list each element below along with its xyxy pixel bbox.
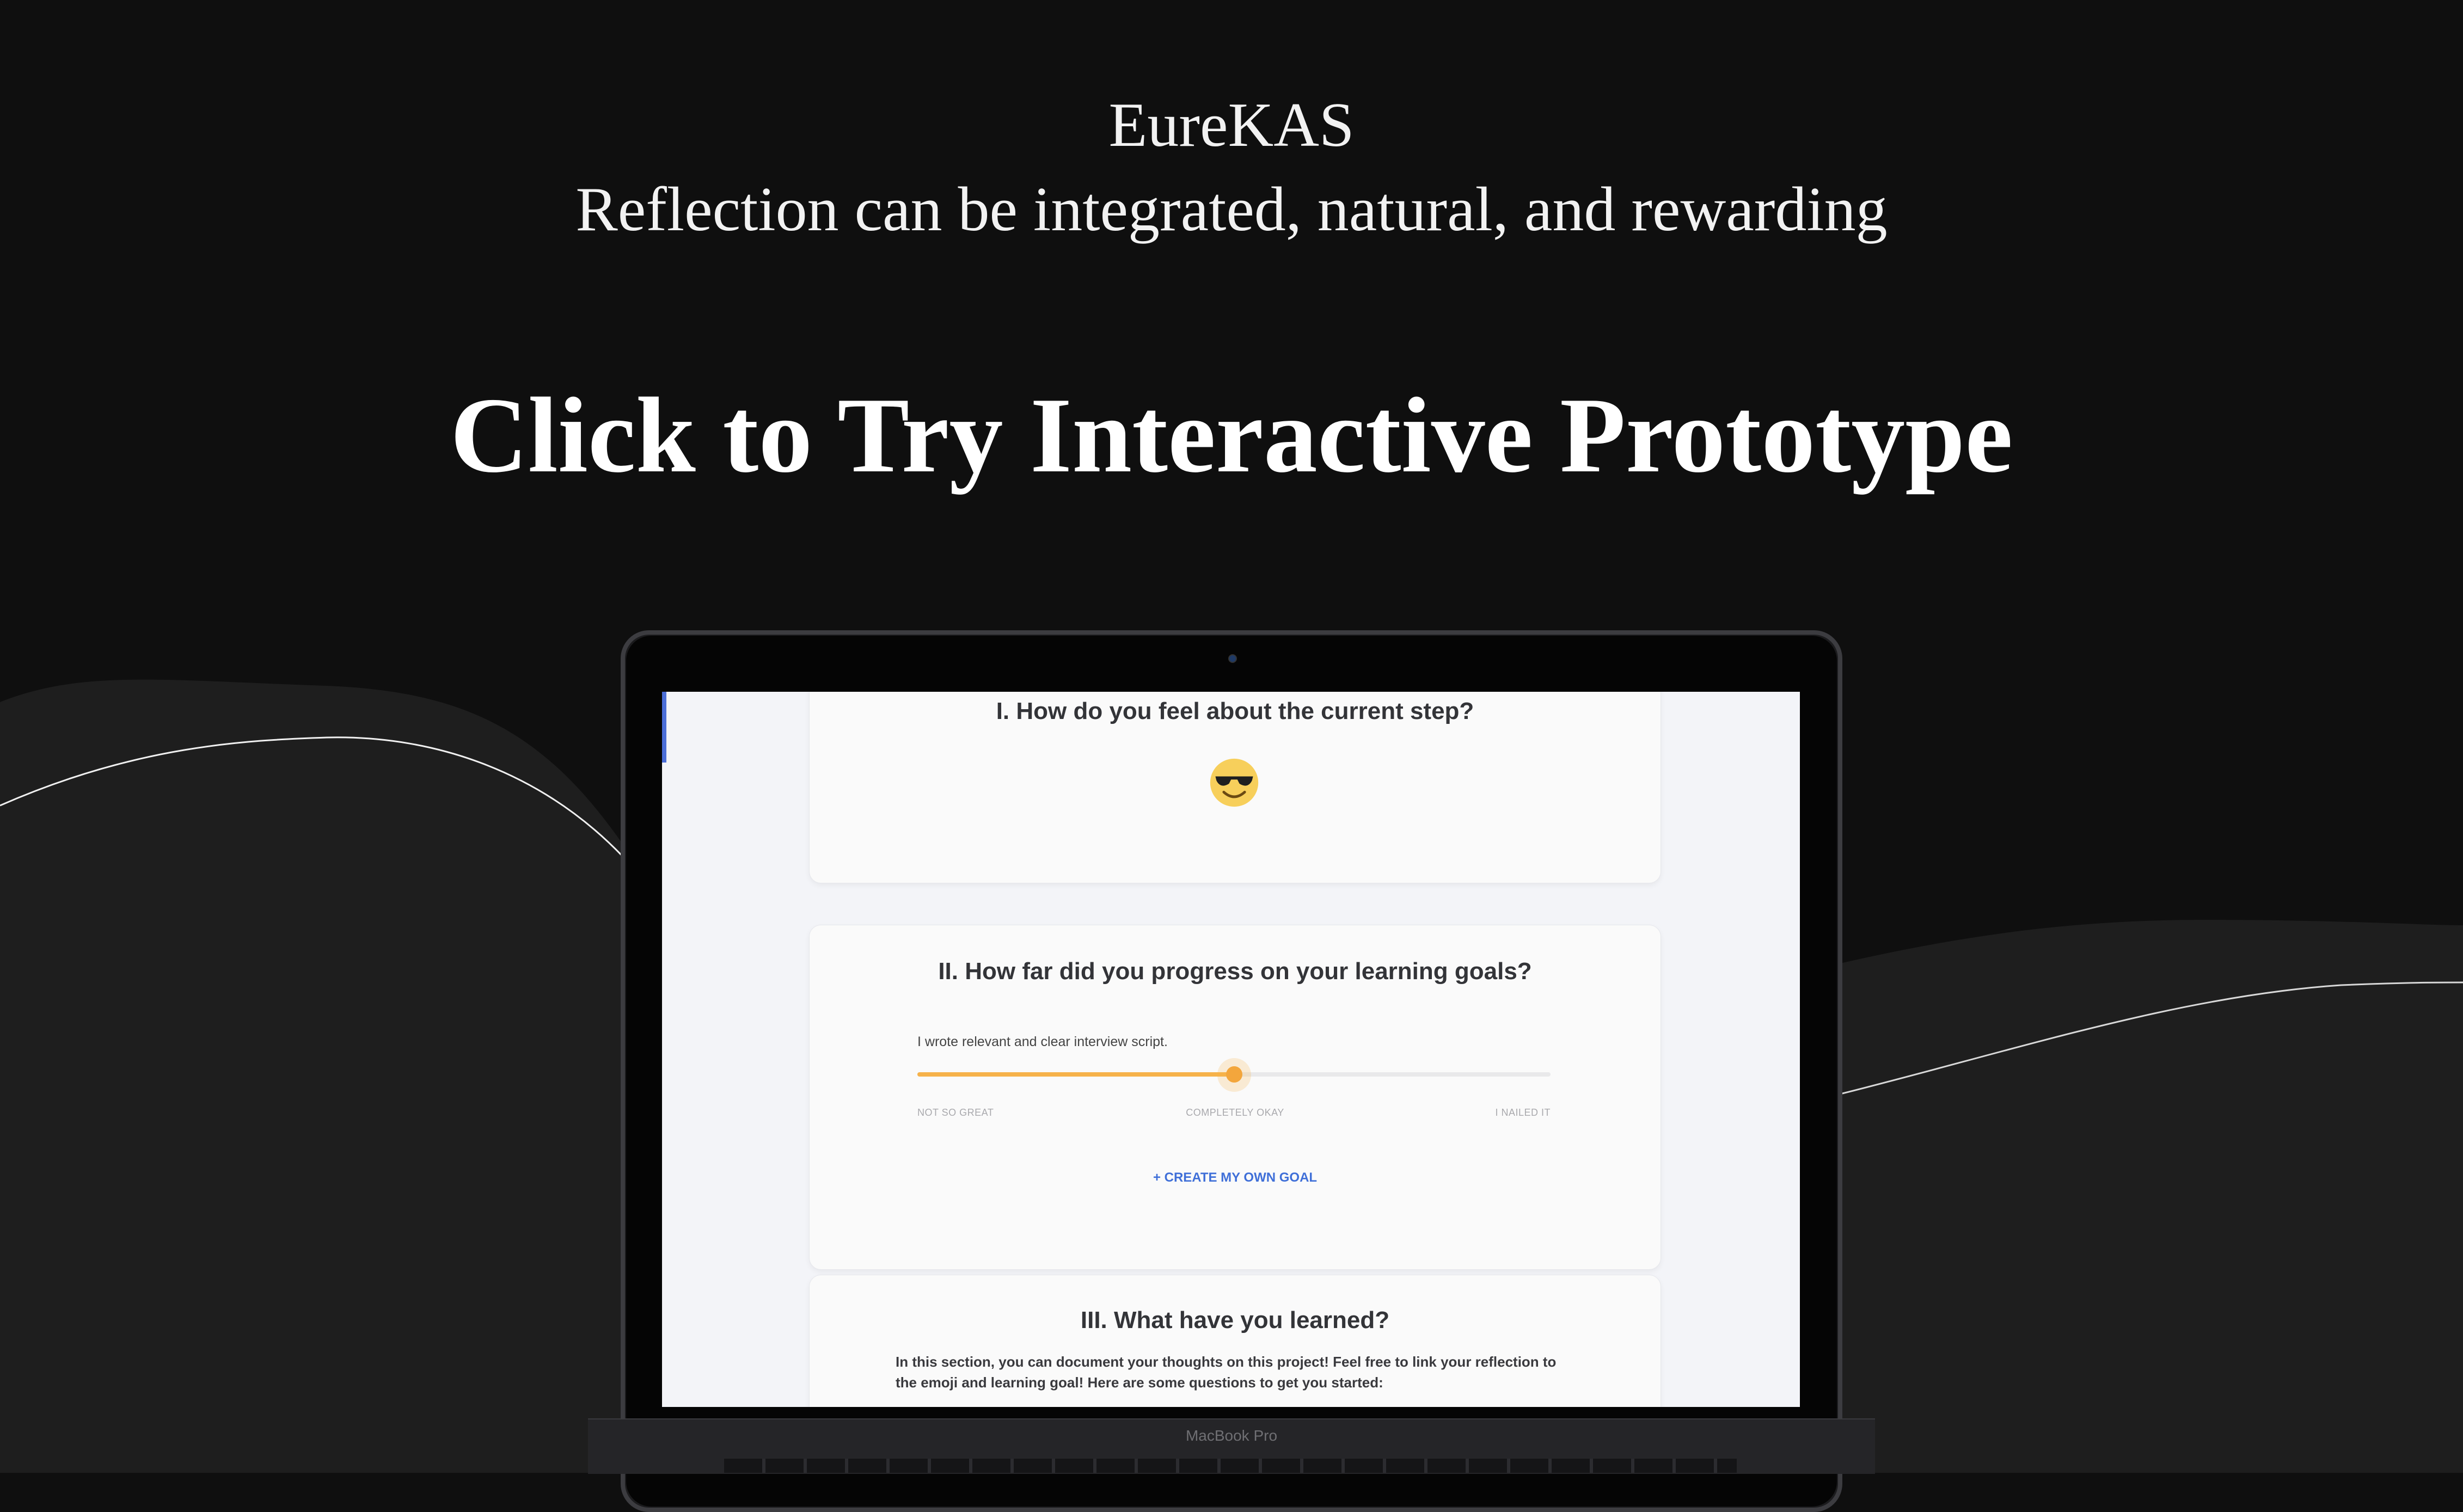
learned-heading: III. What have you learned? <box>1080 1307 1390 1333</box>
prototype-screen[interactable]: I. How do you feel about the current ste… <box>662 692 1800 1407</box>
camera-icon <box>1228 654 1237 663</box>
brand-title: EureKAS <box>1108 90 1355 160</box>
create-goal-button[interactable]: + CREATE MY OWN GOAL <box>810 1170 1661 1185</box>
laptop-keyboard <box>724 1459 1737 1473</box>
laptop-label: MacBook Pro <box>1185 1427 1278 1444</box>
scale-label-high: I NAILED IT <box>1495 1107 1551 1118</box>
sunglasses-emoji-icon[interactable] <box>1208 757 1260 809</box>
progress-slider-fill <box>917 1072 1234 1077</box>
feel-heading: I. How do you feel about the current ste… <box>996 698 1474 724</box>
learned-intro-text: In this section, you can document your t… <box>896 1354 1557 1391</box>
brand-tagline: Reflection can be integrated, natural, a… <box>575 175 1888 244</box>
feel-card: I. How do you feel about the current ste… <box>809 692 1661 883</box>
progress-heading: II. How far did you progress on your lea… <box>938 958 1532 985</box>
learned-card: III. What have you learned? In this sect… <box>809 1275 1661 1407</box>
progress-card: II. How far did you progress on your lea… <box>809 925 1661 1270</box>
progress-slider-thumb[interactable] <box>1226 1066 1242 1083</box>
goal-text: I wrote relevant and clear interview scr… <box>917 1034 1168 1049</box>
try-prototype-link[interactable]: Click to Try Interactive Prototype <box>0 370 2463 501</box>
scroll-indicator <box>662 692 666 763</box>
